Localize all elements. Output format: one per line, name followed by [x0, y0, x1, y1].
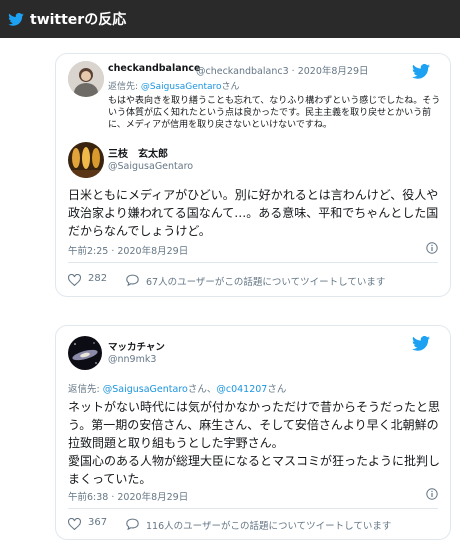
twitter-bird-icon: [8, 12, 24, 26]
divider: [68, 262, 438, 263]
author-handle-date[interactable]: @checkandbalanc3 · 2020年8月29日: [196, 63, 369, 77]
author-name[interactable]: 三枝 玄太郎: [108, 145, 168, 160]
tweet-date[interactable]: · 2020年8月29日: [292, 66, 369, 77]
reply-mention[interactable]: @SaigusaGentaro: [141, 82, 222, 92]
section-header: twitterの反応: [0, 0, 460, 38]
tweet-text: 日米ともにメディアがひどい。別に好かれるとは言わんけど、役人や政治家より嫌われて…: [68, 188, 439, 238]
reply-to: 返信先: @SaigusaGentaroさん、@c041207さん: [68, 381, 286, 395]
avatar-makkachan[interactable]: [68, 336, 102, 370]
quoted-tweet-text: もはや表向きを取り繕うことも忘れて、なりふり構わずという感じでしたね。そういう体…: [108, 96, 441, 130]
avatar-checkandbalance[interactable]: [68, 61, 104, 97]
reply-label: 返信先:: [68, 384, 100, 395]
like-count[interactable]: 282: [88, 273, 107, 284]
tweet-text: ネットがない時代には気が付かなかっただけで昔からそうだったと思う。第一期の安倍さ…: [68, 400, 441, 486]
like-count[interactable]: 367: [88, 517, 107, 528]
reply-to: 返信先: @SaigusaGentaroさん: [108, 79, 240, 92]
comment-bubble-icon[interactable]: [126, 274, 139, 286]
author-handle[interactable]: @SaigusaGentaro: [108, 161, 193, 172]
reply-suffix: さん: [221, 82, 240, 92]
reply-suffix: さん: [267, 384, 287, 395]
info-icon[interactable]: [426, 488, 438, 500]
header-title: twitterの反応: [30, 12, 127, 28]
heart-icon[interactable]: [68, 518, 81, 530]
author-handle[interactable]: @nn9mk3: [108, 354, 156, 365]
author-name[interactable]: マッカチャン: [108, 339, 165, 353]
avatar-saigusa[interactable]: [68, 142, 104, 178]
reply-separator: さん、: [187, 384, 217, 395]
info-icon[interactable]: [426, 242, 438, 254]
tweet-timestamp[interactable]: 午前6:38 · 2020年8月29日: [68, 489, 188, 503]
tweet-timestamp[interactable]: 午前2:25 · 2020年8月29日: [68, 243, 188, 257]
comment-bubble-icon[interactable]: [126, 518, 139, 530]
tweet-card[interactable]: checkandbalance @checkandbalanc3 · 2020年…: [55, 53, 451, 297]
divider: [68, 508, 438, 509]
twitter-logo-icon[interactable]: [412, 336, 430, 351]
heart-icon[interactable]: [68, 274, 81, 286]
reply-mention[interactable]: @SaigusaGentaro: [103, 384, 188, 395]
reply-label: 返信先:: [108, 82, 139, 92]
author-handle[interactable]: @checkandbalanc3: [196, 66, 289, 77]
author-name[interactable]: checkandbalance: [108, 63, 200, 74]
reply-mention[interactable]: @c041207: [216, 384, 267, 395]
tweet-card[interactable]: マッカチャン @nn9mk3 返信先: @SaigusaGentaroさん、@c…: [55, 325, 451, 540]
discussion-link[interactable]: 67人のユーザーがこの話題についてツイートしています: [146, 274, 385, 288]
discussion-link[interactable]: 116人のユーザーがこの話題についてツイートしています: [146, 518, 391, 532]
twitter-logo-icon[interactable]: [412, 64, 430, 79]
